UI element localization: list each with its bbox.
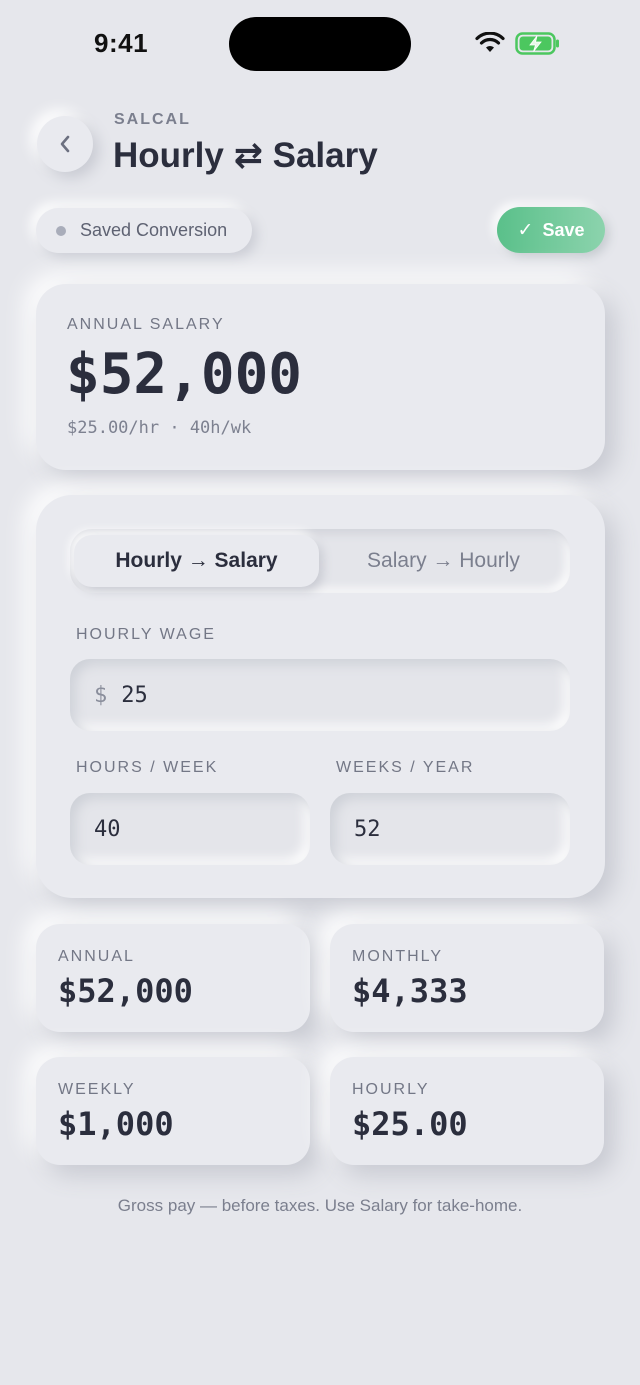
hourly-result-card: HOURLY $25.00: [330, 1057, 604, 1165]
weeks-per-year-value: 52: [354, 816, 381, 842]
hourly-wage-label: HOURLY WAGE: [76, 626, 216, 643]
conversion-form-card: Hourly → Salary Salary → Hourly HOURLY W…: [36, 495, 605, 898]
check-icon: ✓: [517, 219, 534, 241]
monthly-result-card: MONTHLY $4,333: [330, 924, 604, 1032]
stat-value: $52,000: [58, 972, 193, 1010]
chevron-left-icon: [60, 135, 70, 153]
page-title: Hourly ⇄ Salary: [113, 136, 378, 175]
mode-toggle: Hourly → Salary Salary → Hourly: [70, 529, 570, 593]
hours-per-week-value: 40: [94, 816, 121, 842]
hourly-wage-input[interactable]: $ 25: [70, 659, 570, 731]
dynamic-island: [229, 17, 411, 71]
hours-per-week-input[interactable]: 40: [70, 793, 310, 865]
hourly-wage-value: 25: [121, 682, 148, 708]
stat-label: WEEKLY: [58, 1081, 136, 1098]
app-screen: 9:41 SALCAL Hourly ⇄ Salary Saved Conver…: [0, 0, 640, 1385]
currency-symbol: $: [94, 682, 108, 708]
status-dot: [56, 225, 66, 236]
hours-per-week-label: HOURS / WEEK: [76, 759, 219, 776]
stat-value: $4,333: [352, 972, 468, 1010]
back-button[interactable]: [37, 116, 93, 172]
hero-value: $52,000: [66, 342, 303, 407]
battery-charging-icon: [515, 32, 559, 55]
wifi-icon: [475, 32, 505, 52]
saved-conversion-pill[interactable]: Saved Conversion: [36, 208, 252, 253]
mode-hourly-to-salary[interactable]: Hourly → Salary: [74, 535, 319, 587]
status-time: 9:41: [94, 28, 149, 58]
stat-value: $25.00: [352, 1105, 468, 1143]
stat-label: MONTHLY: [352, 948, 444, 965]
app-eyebrow: SALCAL: [114, 111, 191, 128]
save-button-label: Save: [542, 219, 585, 240]
weeks-per-year-input[interactable]: 52: [330, 793, 570, 865]
annual-salary-card: ANNUAL SALARY $52,000 $25.00/hr · 40h/wk: [36, 284, 605, 470]
save-button[interactable]: ✓ Save: [497, 207, 605, 253]
weekly-result-card: WEEKLY $1,000: [36, 1057, 310, 1165]
weeks-per-year-label: WEEKS / YEAR: [336, 759, 475, 776]
stat-value: $1,000: [58, 1105, 174, 1143]
mode-salary-to-hourly[interactable]: Salary → Hourly: [321, 535, 566, 587]
stat-label: HOURLY: [352, 1081, 430, 1098]
hero-label: ANNUAL SALARY: [67, 316, 225, 333]
hero-subtitle: $25.00/hr · 40h/wk: [67, 418, 252, 438]
footnote: Gross pay — before taxes. Use Salary for…: [117, 1196, 523, 1215]
stat-label: ANNUAL: [58, 948, 135, 965]
annual-result-card: ANNUAL $52,000: [36, 924, 310, 1032]
saved-conversion-label: Saved Conversion: [80, 220, 228, 240]
